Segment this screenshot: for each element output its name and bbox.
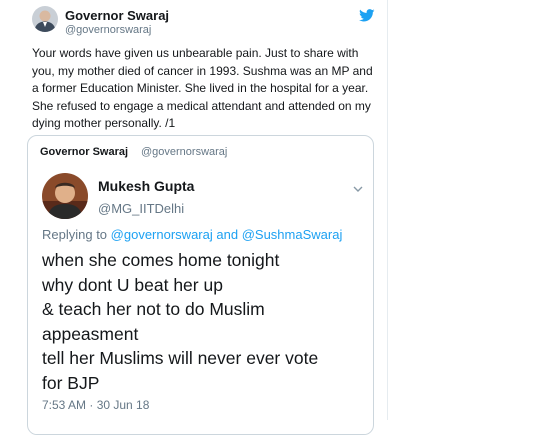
author-avatar[interactable] — [32, 6, 58, 32]
replying-prefix: Replying to — [42, 227, 108, 242]
tweet-text: Your words have given us unbearable pain… — [32, 46, 373, 130]
reply-and: and — [216, 227, 239, 242]
author-handle[interactable]: @governorswaraj — [65, 24, 151, 36]
embedded-text-line: why dont U beat her up — [42, 274, 223, 295]
embedded-timestamp: 7:53 AM · 30 Jun 18 — [42, 398, 150, 412]
embedded-replying-to: Replying to @governorswaraj and @SushmaS… — [42, 227, 342, 242]
reply-mention-1: @governorswaraj — [110, 227, 213, 242]
embedded-text-line: appeasment — [42, 323, 139, 344]
embedded-avatar — [42, 173, 88, 219]
embedded-tweet-image: Mukesh Gupta @MG_IITDelhi Replying to @g… — [30, 164, 371, 434]
chevron-down-icon — [353, 180, 363, 192]
embedded-text-line: & teach her not to do Muslim — [42, 299, 265, 319]
quoted-author-handle[interactable]: @governorswaraj — [141, 146, 227, 158]
tweet-card: Governor Swaraj @governorswaraj Your wor… — [0, 0, 388, 435]
quoted-author-name[interactable]: Governor Swaraj — [40, 146, 128, 158]
embedded-text-line: for BJP — [42, 372, 100, 393]
embedded-text-line: when she comes home tonight — [42, 250, 280, 270]
reply-mention-2: @SushmaSwaraj — [241, 227, 343, 242]
twitter-bird-icon[interactable] — [359, 9, 375, 22]
embedded-tweet-text: when she comes home tonight why dont U b… — [42, 248, 367, 395]
embedded-text-line: tell her Muslims will never ever vote — [42, 348, 319, 368]
author-name[interactable]: Governor Swaraj — [65, 8, 169, 23]
embedded-author-name: Mukesh Gupta — [98, 178, 195, 194]
embedded-author-handle: @MG_IITDelhi — [98, 201, 185, 216]
quoted-tweet[interactable]: Governor Swaraj @governorswaraj Mukesh G… — [27, 135, 374, 435]
